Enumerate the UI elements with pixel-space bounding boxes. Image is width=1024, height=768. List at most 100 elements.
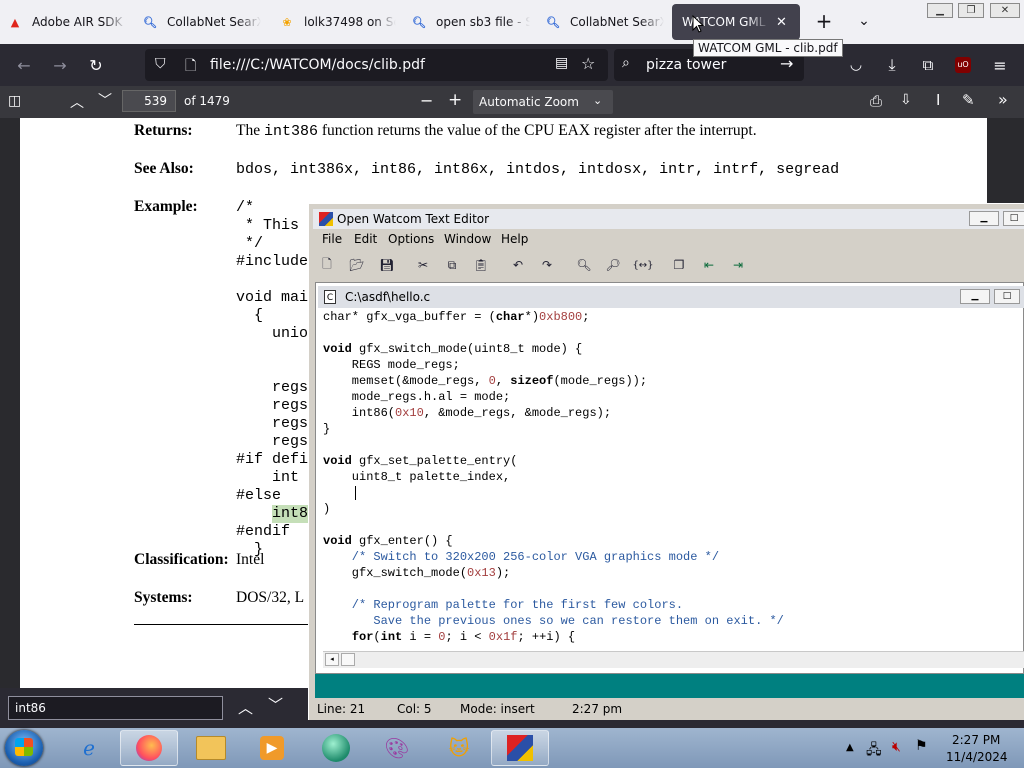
restore-button[interactable]: ❐ <box>958 3 984 18</box>
code-line[interactable]: void gfx_enter() { <box>323 534 453 548</box>
next-file-icon[interactable]: ⇥ <box>727 256 749 274</box>
previous-file-icon[interactable]: ⇤ <box>698 256 720 274</box>
menu-options[interactable]: Options <box>388 232 434 246</box>
code-line[interactable]: void gfx_switch_mode(uint8_t mode) { <box>323 342 582 356</box>
internet-explorer-icon[interactable]: ℯ <box>60 730 118 766</box>
watcom-editor-taskbar-button[interactable] <box>491 730 549 766</box>
code-line[interactable]: ) <box>323 502 330 516</box>
code-line[interactable]: gfx_switch_mode(0x13); <box>323 566 510 580</box>
new-tab-button[interactable]: + <box>812 10 836 34</box>
code-comment[interactable]: /* Switch to 320x200 256-color VGA graph… <box>323 550 719 564</box>
document-minimize-button[interactable]: ▁ <box>960 289 990 304</box>
downloads-icon[interactable]: ⤓ <box>878 51 906 79</box>
search-input[interactable]: pizza tower <box>646 57 726 73</box>
match-brace-icon[interactable]: {↔} <box>632 256 654 274</box>
code-line[interactable]: } <box>323 422 330 436</box>
zoom-select[interactable]: Automatic Zoom ⌄ <box>473 90 613 114</box>
save-icon[interactable]: ⇩ <box>900 92 912 108</box>
tab-collabnet-2[interactable]: 🔍︎ CollabNet SearXN <box>538 4 672 40</box>
scratch-icon[interactable]: 🐱︎ <box>430 730 488 766</box>
cut-icon[interactable]: ✂ <box>412 256 434 274</box>
draw-icon[interactable]: ✎ <box>962 91 975 109</box>
tab-open-sb3[interactable]: 🔍︎ open sb3 file - Se <box>404 4 538 40</box>
open-folder-icon[interactable]: 📂︎ <box>346 256 368 274</box>
zoom-out-icon[interactable]: − <box>420 91 433 110</box>
file-explorer-icon[interactable] <box>182 730 240 766</box>
copy-window-icon[interactable]: ❐ <box>668 256 690 274</box>
tab-collabnet-1[interactable]: 🔍︎ CollabNet SearXN <box>135 4 269 40</box>
find-previous-icon[interactable]: ︿ <box>238 697 253 718</box>
action-center-flag-icon[interactable]: ⚑ <box>915 738 928 754</box>
code-line[interactable]: mode_regs.h.al = mode; <box>323 390 510 404</box>
paint-icon[interactable]: 🎨︎ <box>368 730 426 766</box>
volume-muted-icon[interactable]: 🔇︎ <box>892 739 901 755</box>
sidebar-toggle-icon[interactable]: ◫ <box>8 93 21 109</box>
print-icon[interactable]: ⎙ <box>870 92 882 110</box>
code-line[interactable]: int86(0x10, &mode_regs, &mode_regs); <box>323 406 611 420</box>
find-replace-icon[interactable]: 🔎︎ <box>602 256 624 274</box>
show-hidden-icons[interactable]: ▲ <box>846 742 854 753</box>
code-line[interactable]: REGS mode_regs; <box>323 358 460 372</box>
code-line[interactable]: uint8_t palette_index, <box>323 470 510 484</box>
find-icon[interactable]: 🔍︎ <box>573 256 595 274</box>
firefox-taskbar-button[interactable] <box>120 730 178 766</box>
new-file-icon[interactable]: 🗋 <box>316 256 338 274</box>
menu-icon[interactable]: ≡ <box>986 51 1014 79</box>
reload-button[interactable]: ↻ <box>82 51 110 79</box>
close-tab-icon[interactable]: ✕ <box>776 15 787 30</box>
clock-time[interactable]: 2:27 PM <box>952 733 1000 747</box>
paste-icon[interactable]: 📋︎ <box>470 256 492 274</box>
example-line <box>236 343 308 361</box>
start-button[interactable] <box>5 730 43 766</box>
reader-view-icon[interactable]: ▤ <box>555 55 568 71</box>
menu-window[interactable]: Window <box>444 232 491 246</box>
code-comment[interactable]: Save the previous ones so we can restore… <box>323 614 783 628</box>
list-all-tabs-icon[interactable]: ⌄ <box>852 10 876 34</box>
code-line[interactable]: char* gfx_vga_buffer = (char*)0xb800; <box>323 310 589 324</box>
undo-icon[interactable]: ↶ <box>507 256 529 274</box>
forward-button[interactable]: → <box>46 51 74 79</box>
minimize-button[interactable]: ▁ <box>927 3 953 18</box>
tab-scratch[interactable]: ❀ lolk37498 on Scra <box>272 4 404 40</box>
shield-icon[interactable]: ⛉ <box>155 56 166 72</box>
zoom-in-icon[interactable]: + <box>448 90 462 110</box>
text-select-icon[interactable]: I <box>936 91 940 109</box>
media-player-icon[interactable]: ▶ <box>243 730 301 766</box>
next-page-icon[interactable]: ﹀ <box>98 90 112 110</box>
bookmark-star-icon[interactable]: ☆ <box>581 54 595 73</box>
back-button[interactable]: ← <box>10 51 38 79</box>
find-next-icon[interactable]: ﹀ <box>268 694 283 715</box>
save-disk-icon[interactable]: 💾︎ <box>376 256 398 274</box>
document-title-bar[interactable]: C C:\asdf\hello.c ▁ □ <box>318 286 1024 308</box>
ublock-icon[interactable]: uO <box>955 57 971 73</box>
editor-minimize-button[interactable]: ▁ <box>969 211 999 226</box>
code-line[interactable]: for(int i = 0; i < 0x1f; ++i) { <box>323 630 575 644</box>
horizontal-scrollbar[interactable]: ◂ <box>323 651 1024 668</box>
scroll-thumb[interactable] <box>341 653 355 666</box>
copy-icon[interactable]: ⧉ <box>441 256 463 274</box>
page-number-input[interactable]: 539 <box>122 90 176 112</box>
network-icon[interactable]: 🖧︎ <box>866 739 882 763</box>
more-tools-icon[interactable]: » <box>998 90 1008 109</box>
redo-icon[interactable]: ↷ <box>536 256 558 274</box>
app-globe-icon[interactable] <box>307 730 365 766</box>
example-line: #else <box>236 487 282 504</box>
menu-file[interactable]: File <box>322 232 342 246</box>
close-window-button[interactable]: ✕ <box>990 3 1020 18</box>
clock-date[interactable]: 11/4/2024 <box>946 750 1008 764</box>
extensions-icon[interactable]: ⧉ <box>914 51 942 79</box>
code-line[interactable]: void gfx_set_palette_entry( <box>323 454 517 468</box>
editor-title-bar[interactable]: Open Watcom Text Editor ▁ □ <box>313 209 1024 229</box>
menu-help[interactable]: Help <box>501 232 528 246</box>
tab-adobe-air[interactable]: ▲ Adobe AIR SDK fo <box>0 4 135 40</box>
menu-edit[interactable]: Edit <box>354 232 377 246</box>
editor-maximize-button[interactable]: □ <box>1003 211 1024 226</box>
find-input[interactable]: int86 <box>8 696 223 720</box>
code-comment[interactable]: /* Reprogram palette for the first few c… <box>323 598 683 612</box>
scroll-left-icon[interactable]: ◂ <box>325 653 339 666</box>
pocket-icon[interactable]: ◡ <box>842 51 870 79</box>
url-bar[interactable]: ⛉ 🗋 file:///C:/WATCOM/docs/clib.pdf ▤ ☆ <box>145 49 608 81</box>
code-line[interactable]: memset(&mode_regs, 0, sizeof(mode_regs))… <box>323 374 647 388</box>
previous-page-icon[interactable]: ︿ <box>70 92 84 112</box>
document-maximize-button[interactable]: □ <box>994 289 1020 304</box>
